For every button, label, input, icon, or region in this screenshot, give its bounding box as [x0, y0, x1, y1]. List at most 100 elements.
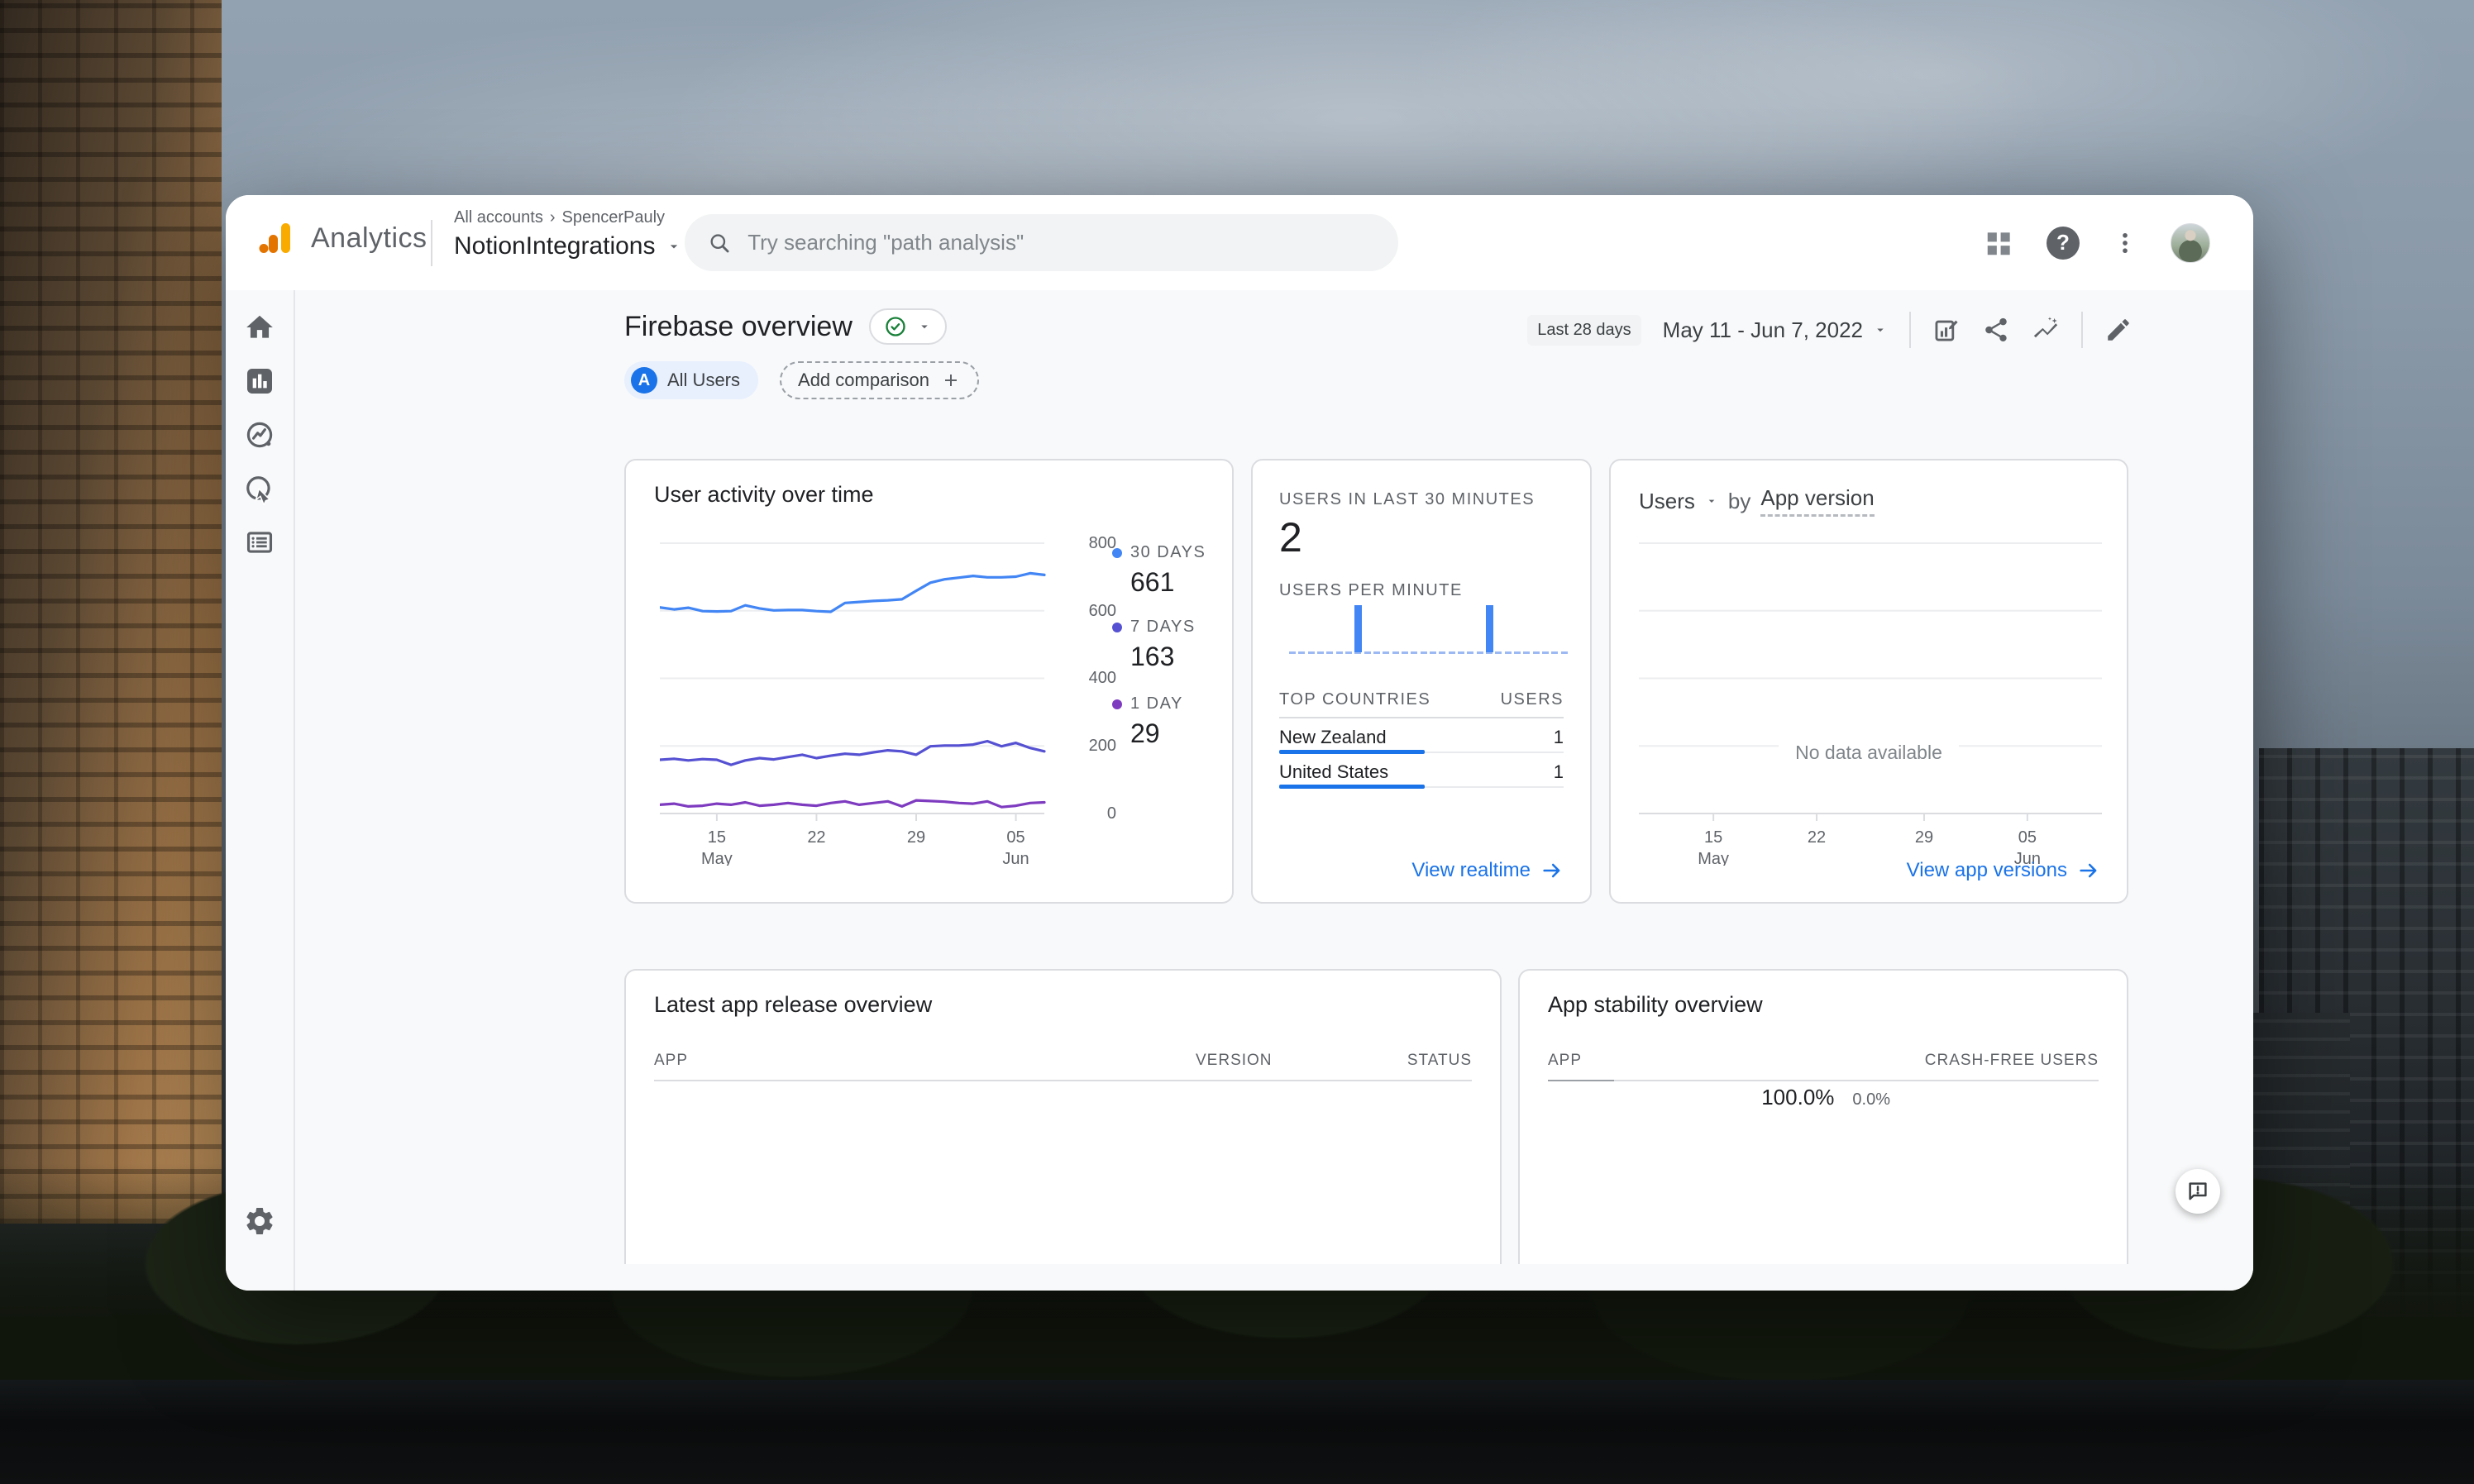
more-vert-icon	[2111, 229, 2139, 257]
svg-text:May: May	[701, 850, 733, 866]
main-content: Firebase overview Last 28 days May 11 - …	[295, 290, 2253, 1291]
per-minute-dash	[1505, 651, 1512, 654]
per-minute-dash	[1411, 651, 1417, 654]
background-street	[0, 1380, 2474, 1484]
feedback-icon	[2185, 1179, 2210, 1204]
sidebar-item-admin[interactable]	[243, 1205, 276, 1240]
per-minute-dash	[1449, 651, 1455, 654]
all-users-label: All Users	[667, 370, 740, 391]
card-title: Latest app release overview	[654, 992, 932, 1018]
per-minute-dash	[1392, 651, 1399, 654]
sidebar-item-explore[interactable]	[244, 419, 275, 453]
crash-free-secondary: 0.0%	[1852, 1090, 1890, 1109]
background-building-left	[0, 0, 222, 1224]
explore-icon	[244, 419, 275, 451]
property-name: NotionIntegrations	[454, 232, 656, 260]
app-version-chart: 15May222905Jun	[1639, 535, 2102, 866]
apps-grid-icon	[1984, 227, 2015, 259]
edit-report-button[interactable]	[2104, 316, 2133, 344]
country-row: New Zealand 1	[1279, 727, 1564, 748]
svg-text:22: 22	[807, 828, 825, 847]
view-realtime-link[interactable]: View realtime	[1411, 859, 1564, 882]
col-app: APP	[654, 1052, 688, 1070]
more-menu-button[interactable]	[2111, 229, 2139, 257]
search-input[interactable]	[747, 230, 1375, 255]
search-bar	[685, 214, 1398, 271]
sidebar-item-advertising[interactable]	[244, 474, 275, 508]
date-range-text: May 11 - Jun 7, 2022	[1663, 317, 1863, 343]
y-axis-tick: 800	[1067, 534, 1116, 553]
col-status: STATUS	[1407, 1052, 1472, 1070]
logo-home-link[interactable]: Analytics	[256, 218, 427, 258]
sidebar-item-configure[interactable]	[244, 527, 275, 561]
legend-label: 1 DAY	[1130, 694, 1183, 713]
legend-value: 661	[1130, 567, 1206, 598]
share-button[interactable]	[1982, 316, 2010, 344]
per-minute-dash	[1402, 651, 1408, 654]
user-activity-card: User activity over time 15May222905Jun 8…	[624, 459, 1234, 904]
chevron-down-icon	[1705, 494, 1718, 508]
insights-button[interactable]	[2032, 316, 2060, 344]
country-name: New Zealand	[1279, 727, 1387, 748]
all-users-chip[interactable]: A All Users	[624, 361, 758, 399]
breadcrumb-account[interactable]: SpencerPauly	[562, 208, 666, 227]
sidebar	[226, 290, 295, 1291]
analytics-logo-icon	[256, 218, 296, 258]
legend-item-30-days: 30 DAYS 661	[1112, 543, 1206, 598]
sidebar-item-reports[interactable]	[243, 365, 276, 400]
metric-selector[interactable]: Users	[1639, 489, 1695, 514]
legend-value: 29	[1130, 718, 1183, 749]
breadcrumb-all-accounts[interactable]: All accounts	[454, 208, 543, 227]
date-range-selector[interactable]: May 11 - Jun 7, 2022	[1663, 317, 1888, 343]
property-dropdown[interactable]: NotionIntegrations	[454, 232, 682, 260]
per-minute-bar	[1354, 605, 1362, 652]
arrow-right-icon	[1540, 859, 1564, 882]
view-app-versions-link[interactable]: View app versions	[1907, 859, 2100, 882]
crash-free-primary: 100.0%	[1761, 1085, 1834, 1110]
users-per-minute-label: USERS PER MINUTE	[1279, 581, 1463, 600]
analytics-window: Analytics All accounts › SpencerPauly No…	[226, 195, 2253, 1291]
per-minute-dash	[1345, 651, 1352, 654]
view-realtime-label: View realtime	[1411, 859, 1531, 882]
report-status-pill[interactable]	[869, 308, 947, 345]
toolbar-divider	[1909, 312, 1911, 348]
page-title: Firebase overview	[624, 311, 853, 343]
table-divider	[654, 1080, 1472, 1081]
date-badge: Last 28 days	[1527, 315, 1641, 346]
top-countries-header: TOP COUNTRIES	[1279, 690, 1430, 709]
chart-edit-icon	[1932, 316, 1961, 344]
per-minute-dash	[1533, 651, 1540, 654]
feedback-button[interactable]	[2175, 1169, 2220, 1214]
account-property-selector[interactable]: All accounts › SpencerPauly NotionIntegr…	[454, 208, 682, 260]
svg-text:29: 29	[907, 828, 925, 847]
per-minute-dash	[1289, 651, 1296, 654]
comparison-letter-badge: A	[631, 367, 657, 394]
y-axis-tick: 400	[1067, 669, 1116, 688]
avatar[interactable]	[2171, 223, 2210, 263]
country-users: 1	[1554, 727, 1564, 748]
table-divider-dark-segment	[1548, 1080, 1614, 1081]
table-divider	[1548, 1080, 2099, 1081]
comparison-chips: A All Users Add comparison	[624, 361, 979, 399]
per-minute-bar	[1486, 605, 1493, 652]
sidebar-item-home[interactable]	[244, 312, 275, 346]
per-minute-dash	[1542, 651, 1549, 654]
app-stability-card: App stability overview APP CRASH-FREE US…	[1518, 969, 2128, 1264]
dimension-selector[interactable]: App version	[1760, 485, 1874, 517]
search-icon	[708, 231, 731, 255]
arrow-right-icon	[2077, 859, 2100, 882]
y-axis-tick: 0	[1067, 804, 1116, 823]
add-comparison-chip[interactable]: Add comparison	[780, 361, 979, 399]
per-minute-dash	[1364, 651, 1371, 654]
help-button[interactable]: ?	[2047, 227, 2080, 260]
per-minute-dash	[1373, 651, 1380, 654]
customize-report-button[interactable]	[1932, 316, 1961, 344]
chevron-down-icon	[1873, 322, 1888, 337]
svg-text:22: 22	[1808, 828, 1826, 847]
svg-text:29: 29	[1915, 828, 1933, 847]
col-version: VERSION	[1196, 1052, 1273, 1070]
svg-text:15: 15	[1704, 828, 1722, 847]
apps-grid-button[interactable]	[1984, 227, 2015, 259]
per-minute-dash	[1430, 651, 1436, 654]
per-minute-dash	[1477, 651, 1483, 654]
